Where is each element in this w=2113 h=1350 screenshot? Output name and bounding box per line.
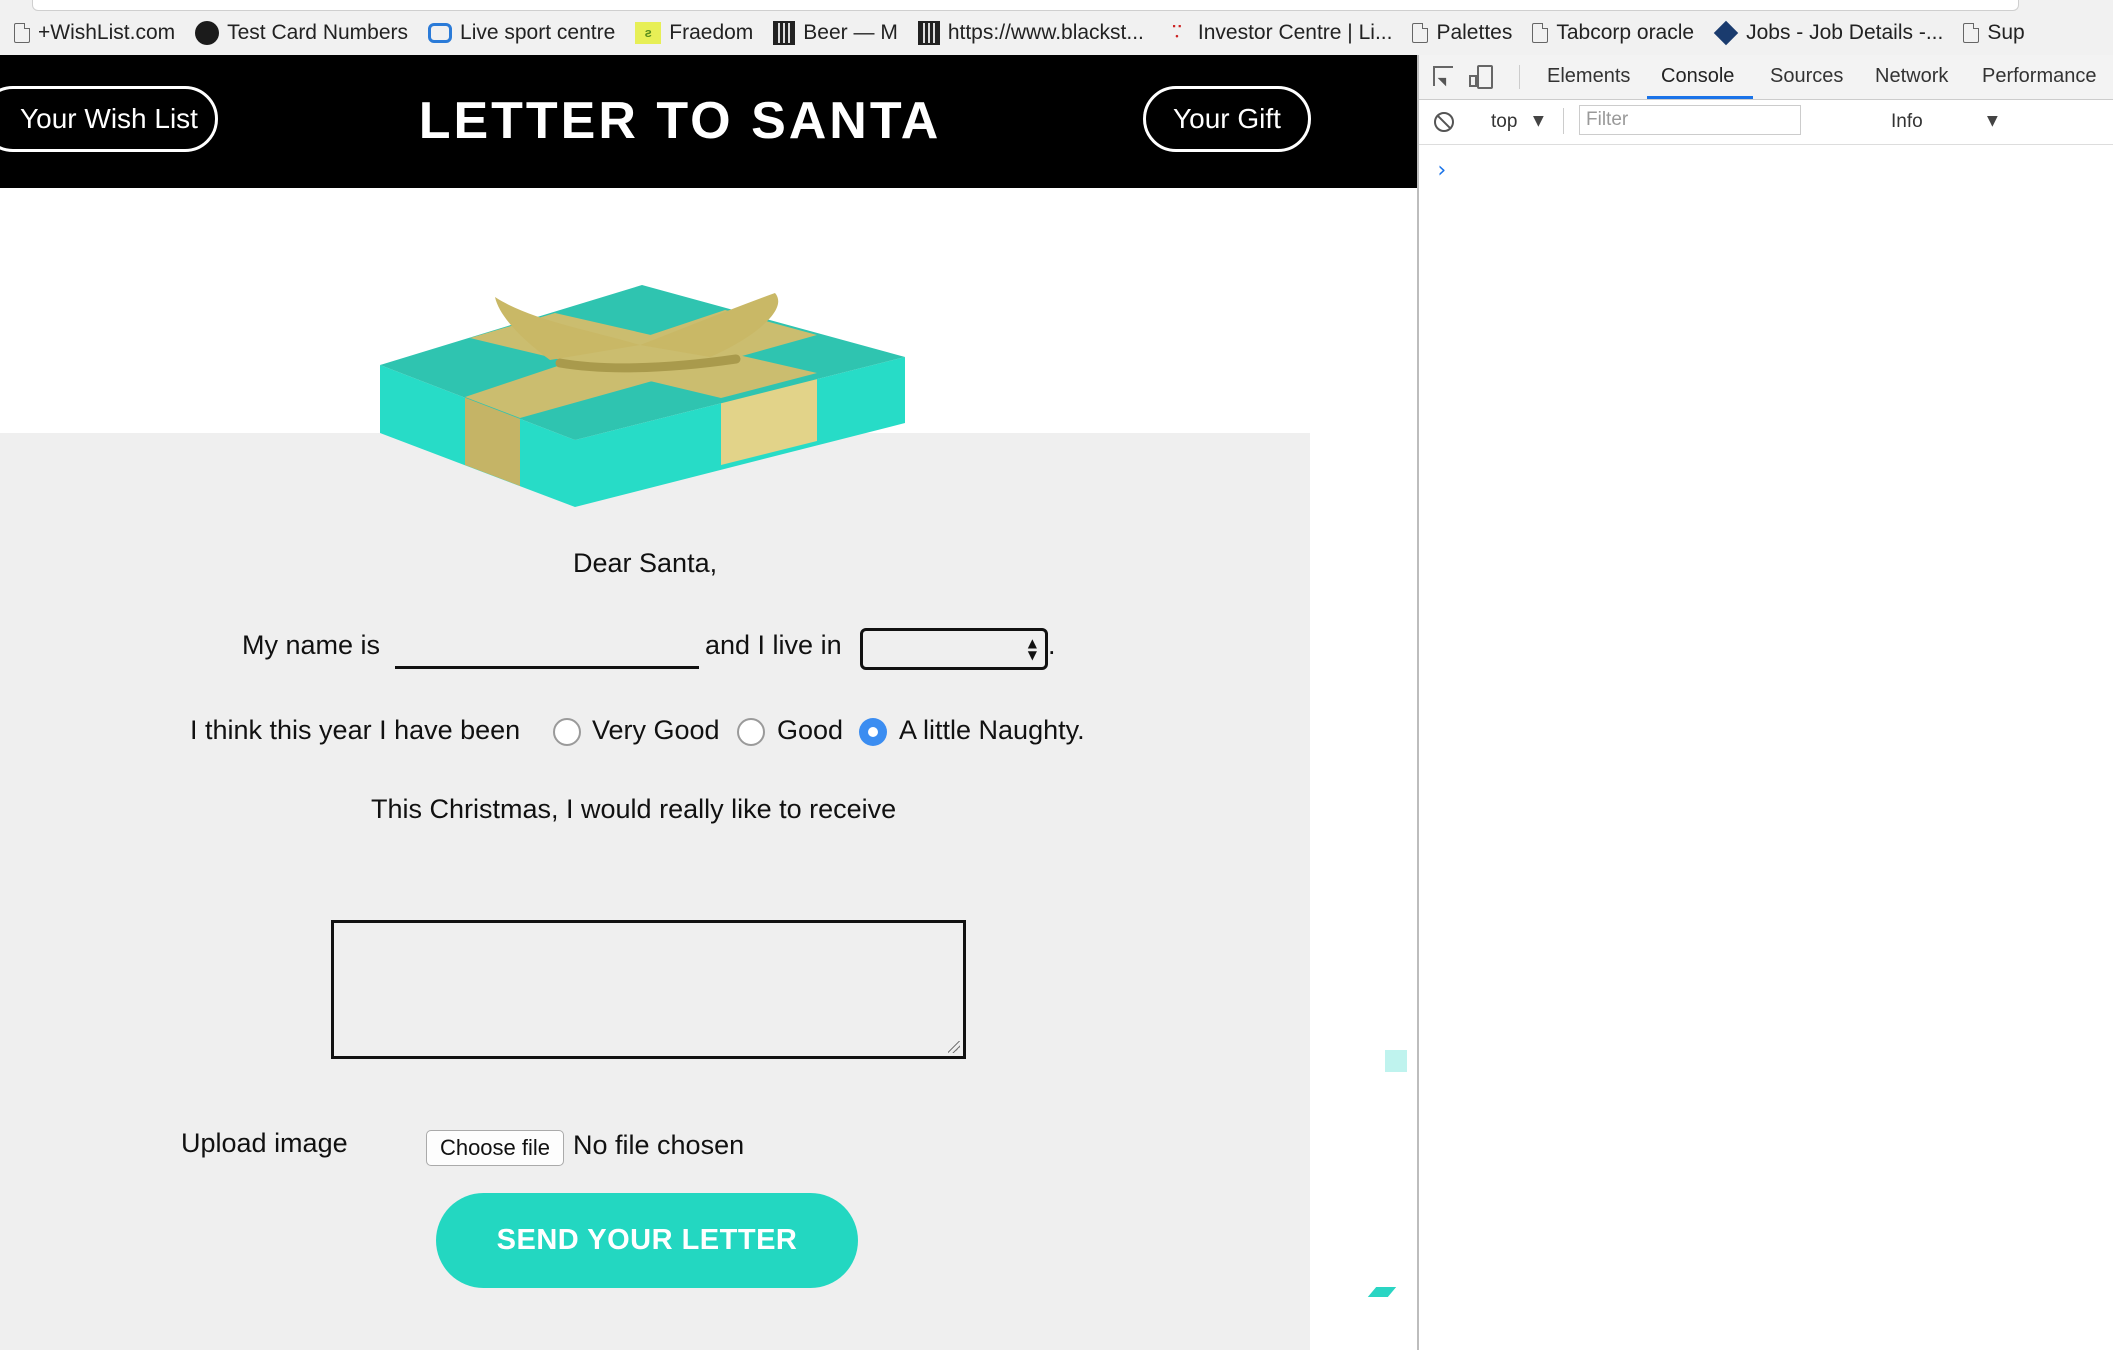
bookmark-label: Jobs - Job Details -... — [1746, 21, 1944, 44]
log-level-dropdown-icon[interactable]: ▼ — [1987, 113, 1998, 129]
decoration-square — [1385, 1050, 1407, 1072]
name-input[interactable] — [395, 623, 699, 669]
beer-icon — [773, 21, 796, 45]
address-bar-edge — [32, 0, 2019, 11]
textarea-resize-handle[interactable] — [948, 1041, 960, 1053]
upload-image-label: Upload image — [181, 1128, 348, 1158]
tab-performance[interactable]: Performance — [1982, 65, 2097, 88]
page-icon — [1532, 23, 1549, 43]
bookmark-label: Palettes — [1436, 21, 1513, 44]
good-label[interactable]: Good — [777, 715, 843, 746]
github-icon — [195, 21, 220, 45]
decoration-shape — [1367, 1287, 1397, 1297]
bookmark-label: Tabcorp oracle — [1556, 21, 1695, 44]
bookmark-label: Beer — M — [803, 21, 898, 44]
file-status-text: No file chosen — [573, 1130, 745, 1160]
tab-network[interactable]: Network — [1875, 65, 1948, 88]
site-header: Your Wish List LETTER TO SANTA Your Gift — [0, 55, 1417, 188]
context-dropdown-icon[interactable]: ▼ — [1533, 113, 1544, 129]
select-arrows-icon: ▲ ▼ — [1027, 636, 1037, 662]
page-title: LETTER TO SANTA — [418, 92, 942, 150]
page-icon — [14, 23, 30, 43]
bookmark-wishlist[interactable]: +WishList.com — [14, 21, 175, 45]
devtools-tab-bar: Elements Console Sources Network Perform… — [1419, 55, 2113, 100]
log-level-selector[interactable]: Info — [1891, 111, 1923, 133]
inspect-element-icon[interactable] — [1433, 66, 1453, 86]
ie-icon — [428, 23, 453, 43]
wish-textarea[interactable] — [331, 920, 966, 1059]
name-label: My name is — [242, 630, 381, 660]
bookmark-test-card-numbers[interactable]: Test Card Numbers — [195, 21, 408, 45]
location-select[interactable]: ▲ ▼ — [860, 628, 1048, 670]
little-naughty-radio[interactable] — [859, 718, 887, 746]
gift-box-illustration — [380, 285, 905, 507]
behaviour-label: I think this year I have been — [190, 715, 521, 745]
console-prompt-icon[interactable]: › — [1435, 158, 1448, 183]
bookmark-beer[interactable]: Beer — M — [773, 21, 898, 45]
wish-prompt-text: This Christmas, I would really like to r… — [371, 794, 897, 824]
link-icon: ▪ ▪ • — [1172, 21, 1182, 41]
console-filter-input[interactable] — [1579, 105, 1801, 135]
fraedom-icon: ƨ — [635, 22, 662, 44]
bookmark-investor-centre[interactable]: ▪ ▪ • Investor Centre | Li... — [1164, 21, 1393, 45]
bookmark-label: Fraedom — [669, 21, 754, 44]
live-in-label: and I live in — [705, 630, 842, 660]
bookmark-label: Test Card Numbers — [227, 21, 409, 44]
page-viewport: Your Wish List LETTER TO SANTA Your Gift… — [0, 55, 1417, 1350]
console-toolbar: top ▼ Info ▼ — [1419, 100, 2113, 145]
sentence-period: . — [1048, 630, 1056, 660]
page-icon — [1412, 23, 1429, 43]
bookmark-label: +WishList.com — [38, 21, 176, 44]
bookmark-list: +WishList.com Test Card Numbers Live spo… — [0, 14, 2031, 52]
device-toolbar-icon[interactable] — [1469, 65, 1493, 89]
page-icon — [1963, 23, 1980, 43]
tab-elements[interactable]: Elements — [1547, 65, 1630, 88]
bookmark-label: Live sport centre — [460, 21, 616, 44]
toolbar-divider — [1519, 65, 1520, 89]
good-radio[interactable] — [737, 718, 765, 746]
bookmark-sup[interactable]: Sup — [1963, 21, 2025, 45]
clear-console-icon[interactable] — [1434, 112, 1454, 132]
bookmark-fraedom[interactable]: ƨ Fraedom — [635, 21, 753, 45]
devtools-panel: Elements Console Sources Network Perform… — [1417, 55, 2113, 1350]
jobs-icon — [1713, 20, 1739, 46]
bookmark-label: https://www.blackst... — [947, 21, 1144, 44]
bookmark-live-sport-centre[interactable]: Live sport centre — [428, 21, 615, 45]
bookmarks-bar: +WishList.com Test Card Numbers Live spo… — [0, 0, 2113, 56]
bookmark-blackstone[interactable]: https://www.blackst... — [917, 21, 1144, 45]
greeting-text: Dear Santa, — [573, 548, 718, 578]
your-wish-list-button[interactable]: Your Wish List — [0, 86, 218, 152]
very-good-radio[interactable] — [553, 718, 581, 746]
choose-file-button[interactable]: Choose file — [426, 1130, 564, 1166]
your-gift-button[interactable]: Your Gift — [1143, 86, 1311, 152]
bookmark-label: Sup — [1987, 21, 2025, 44]
context-selector[interactable]: top — [1491, 111, 1517, 133]
little-naughty-label[interactable]: A little Naughty. — [899, 715, 1085, 746]
active-tab-indicator — [1647, 96, 1753, 99]
bookmark-tabcorp-oracle[interactable]: Tabcorp oracle — [1532, 21, 1694, 45]
tab-sources[interactable]: Sources — [1770, 65, 1843, 88]
toolbar-divider — [1563, 108, 1564, 134]
very-good-label[interactable]: Very Good — [592, 715, 720, 746]
bookmark-jobs[interactable]: Jobs - Job Details -... — [1713, 20, 1944, 46]
site-icon — [917, 21, 940, 45]
tab-console[interactable]: Console — [1661, 65, 1734, 88]
bookmark-label: Investor Centre | Li... — [1197, 21, 1393, 44]
bookmark-palettes[interactable]: Palettes — [1412, 21, 1512, 45]
send-letter-button[interactable]: SEND YOUR LETTER — [436, 1193, 858, 1288]
